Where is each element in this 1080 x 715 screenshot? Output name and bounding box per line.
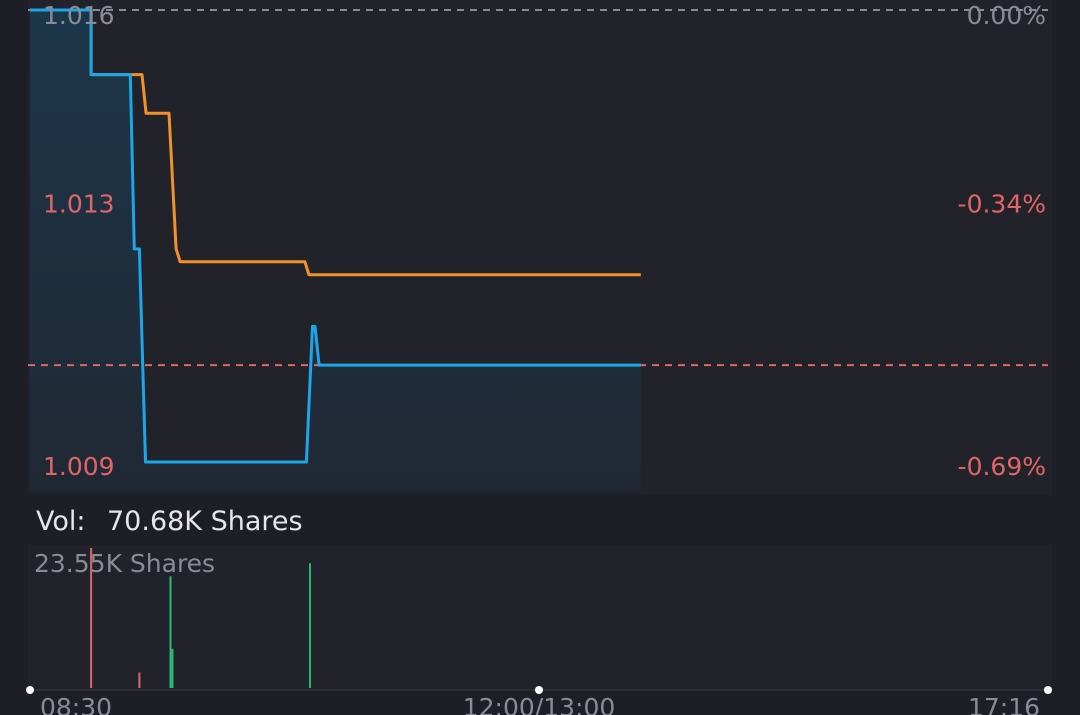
volume-label: Vol: <box>36 506 86 537</box>
time-marker-end <box>1044 686 1052 694</box>
volume-bar <box>309 563 311 688</box>
intraday-chart: 1.016 1.013 1.009 0.00% -0.34% -0.69% Vo… <box>0 0 1080 715</box>
change-tick-mid: -0.34% <box>958 190 1046 219</box>
change-tick-bottom: -0.69% <box>958 452 1046 481</box>
volume-bar <box>138 672 141 688</box>
time-tick-open: 08:30 <box>40 693 112 715</box>
price-tick-bottom: 1.009 <box>43 452 115 481</box>
volume-value: 70.68K Shares <box>107 506 303 537</box>
price-tick-top: 1.016 <box>43 1 115 30</box>
change-tick-top: 0.00% <box>967 1 1046 30</box>
time-marker-start <box>26 686 34 694</box>
volume-bar <box>171 648 174 688</box>
volume-max-label: 23.55K Shares <box>34 549 215 578</box>
time-tick-close: 17:16 <box>968 693 1040 715</box>
price-tick-mid: 1.013 <box>43 190 115 219</box>
volume-bar <box>169 576 172 688</box>
time-tick-midday: 12:00/13:00 <box>463 693 616 715</box>
